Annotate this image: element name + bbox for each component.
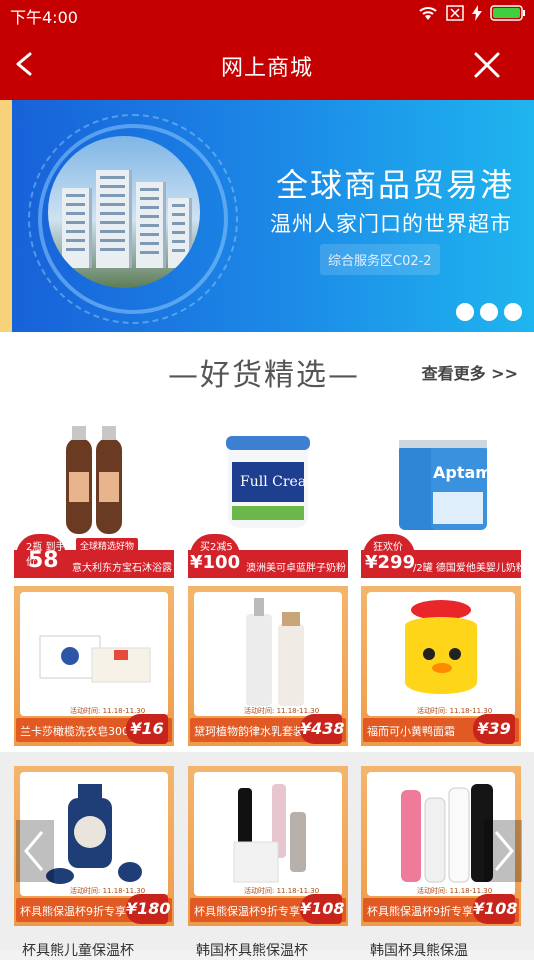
promo-price: ¥108 bbox=[300, 894, 345, 924]
promo-card[interactable]: 活动时间: 11.18-11.30 黛珂植物韵律水乳套装 ¥438 bbox=[188, 586, 348, 746]
price-bar: 2瓶 到手价 58 意大利东方宝石沐浴露 bbox=[14, 534, 174, 578]
promo-image-lotion bbox=[194, 592, 342, 716]
price-badge: 买2减5 ¥100 bbox=[190, 534, 240, 576]
see-more-link[interactable]: 查看更多 >> bbox=[422, 360, 518, 384]
charging-icon bbox=[472, 5, 482, 21]
promo-price: ¥16 bbox=[126, 714, 168, 744]
promo-footer: 活动时间: 11.18-11.30 兰卡莎橄榄洗衣皂300g ¥16 bbox=[16, 707, 172, 744]
promo-footer: 活动时间: 11.18-11.30 杯具熊保温杯9折专享 ¥108 bbox=[190, 887, 346, 924]
promo-card[interactable]: 活动时间: 11.18-11.30 杯具熊保温杯9折专享 ¥108 bbox=[188, 766, 348, 926]
price-badge: 狂欢价 ¥299 bbox=[363, 534, 415, 576]
carousel-dots bbox=[456, 303, 522, 321]
battery-icon bbox=[490, 5, 525, 21]
product-desc: 意大利东方宝石沐浴露 bbox=[72, 563, 172, 574]
status-icons bbox=[418, 5, 526, 21]
promo-carousel: 活动时间: 11.18-11.30 杯具熊保温杯9折专享 ¥180 活动时间: … bbox=[0, 752, 534, 950]
svg-text:Full Cream: Full Cream bbox=[240, 474, 319, 490]
price-badge: 2瓶 到手价 58 bbox=[16, 534, 66, 576]
page-title: 网上商城 bbox=[220, 56, 313, 81]
product-card[interactable]: 全球精选好物 2瓶 到手价 58 意大利东方宝石沐浴露 bbox=[14, 422, 174, 578]
price-value: 58 bbox=[28, 548, 59, 573]
status-time: 下午4:00 bbox=[10, 8, 78, 27]
promo-name: 杯具熊保温杯9折专享 bbox=[367, 905, 473, 918]
banner-title: 全球商品贸易港 bbox=[276, 166, 515, 204]
chevron-right-icon bbox=[494, 831, 514, 871]
close-icon[interactable] bbox=[470, 48, 504, 82]
carousel-next-button[interactable] bbox=[484, 820, 522, 882]
carousel-dot[interactable] bbox=[480, 303, 498, 321]
price-bar: 买2减5 ¥100 澳洲美可卓蓝胖子奶粉 bbox=[188, 534, 348, 578]
promo-image-soap bbox=[20, 592, 168, 716]
banner-edge bbox=[0, 100, 12, 332]
promo-footer: 活动时间: 11.18-11.30 黛珂植物韵律水乳套装 ¥438 bbox=[190, 707, 346, 744]
product-desc: /2罐 德国爱他美婴儿奶粉PRE bbox=[413, 563, 521, 574]
status-bar: 下午4:00 bbox=[0, 0, 534, 28]
carousel-dot[interactable] bbox=[504, 303, 522, 321]
product-image-milk-powder: Full Cream bbox=[226, 436, 319, 528]
promo-footer: 活动时间: 11.18-11.30 杯具熊保温杯9折专享 ¥108 bbox=[363, 887, 519, 924]
product-image-bottles bbox=[66, 426, 122, 534]
promo-price: ¥39 bbox=[473, 714, 515, 744]
promo-footer: 活动时间: 11.18-11.30 福而可小黄鸭面霜 ¥39 bbox=[363, 707, 519, 744]
carousel-prev-button[interactable] bbox=[16, 820, 54, 882]
wifi-icon bbox=[419, 7, 437, 20]
promo-card[interactable]: 活动时间: 11.18-11.30 福而可小黄鸭面霜 ¥39 bbox=[361, 586, 521, 746]
featured-section: —好货精选— 查看更多 >> 全球精选好物 2瓶 到手价 58 意大利东方宝石沐… bbox=[0, 332, 534, 752]
promo-card[interactable]: 活动时间: 11.18-11.30 兰卡莎橄榄洗衣皂300g ¥16 bbox=[14, 586, 174, 746]
building-photo bbox=[48, 136, 200, 288]
sim-icon bbox=[446, 5, 464, 21]
promo-price: ¥180 bbox=[126, 894, 171, 924]
promo-banner[interactable]: 全球商品贸易港 温州人家门口的世界超市 综合服务区C02-2 bbox=[0, 100, 534, 332]
app-header: 网上商城 bbox=[0, 28, 534, 100]
promo-name: 福而可小黄鸭面霜 bbox=[367, 725, 455, 738]
product-image-aptamil: Aptamil bbox=[399, 440, 503, 530]
promo-image-bottles bbox=[194, 772, 342, 896]
promo-name: 黛珂植物韵律水乳套装 bbox=[194, 725, 304, 738]
badge-caption: 狂欢价 bbox=[373, 542, 403, 553]
promo-image-duck-cream bbox=[367, 592, 515, 716]
promo-price: ¥108 bbox=[473, 894, 518, 924]
product-title: 韩国杯具熊保温杯 bbox=[196, 943, 308, 959]
product-desc: 澳洲美可卓蓝胖子奶粉 bbox=[246, 563, 346, 574]
banner-subtitle: 温州人家门口的世界超市 bbox=[270, 212, 512, 236]
svg-text:Aptamil: Aptamil bbox=[433, 463, 503, 482]
product-title: 杯具熊儿童保温杯 bbox=[22, 943, 134, 959]
carousel-dot[interactable] bbox=[456, 303, 474, 321]
product-card[interactable]: Aptamil 狂欢价 ¥299 /2罐 德国爱他美婴儿奶粉PRE bbox=[361, 422, 521, 578]
section-heading: —好货精选— bbox=[168, 358, 360, 393]
promo-footer: 活动时间: 11.18-11.30 杯具熊保温杯9折专享 ¥180 bbox=[16, 887, 172, 924]
product-card[interactable]: Full Cream 买2减5 ¥100 澳洲美可卓蓝胖子奶粉 bbox=[188, 422, 348, 578]
promo-name: 杯具熊保温杯9折专享 bbox=[20, 905, 126, 918]
product-title: 韩国杯具熊保温 bbox=[370, 943, 468, 959]
promo-name: 杯具熊保温杯9折专享 bbox=[194, 905, 300, 918]
banner-tag: 综合服务区C02-2 bbox=[320, 244, 440, 275]
price-value: ¥100 bbox=[190, 552, 241, 573]
badge-caption: 买2减5 bbox=[200, 542, 233, 553]
chevron-left-icon bbox=[24, 831, 44, 871]
promo-name: 兰卡莎橄榄洗衣皂300g bbox=[20, 725, 132, 738]
promo-price: ¥438 bbox=[300, 714, 345, 744]
price-bar: 狂欢价 ¥299 /2罐 德国爱他美婴儿奶粉PRE bbox=[361, 534, 521, 578]
price-value: ¥299 bbox=[365, 552, 416, 573]
